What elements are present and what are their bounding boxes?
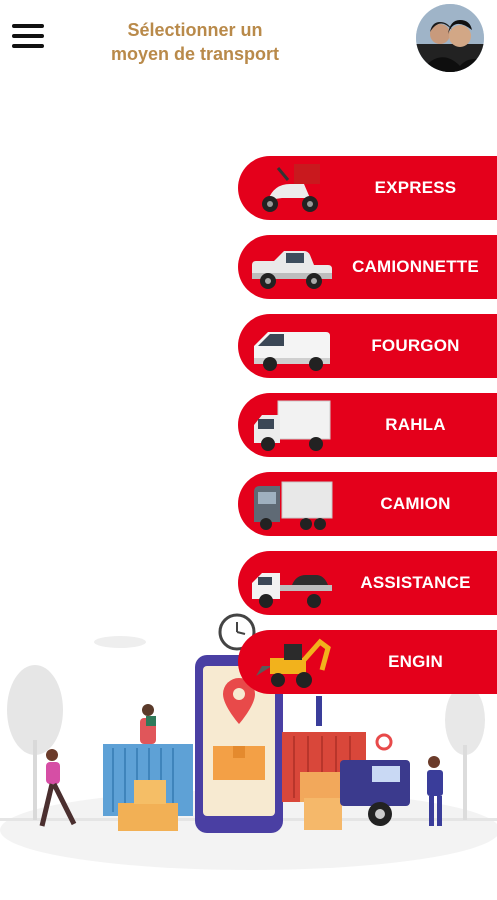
avatar-photo bbox=[416, 4, 484, 72]
option-rahla-label: RAHLA bbox=[385, 415, 446, 434]
option-assistance[interactable]: ASSISTANCE bbox=[238, 551, 497, 615]
option-fourgon-label: FOURGON bbox=[371, 336, 460, 355]
page-title: Sélectionner un moyen de transport bbox=[80, 18, 310, 66]
backhoe-icon bbox=[256, 638, 331, 688]
option-assistance-label: ASSISTANCE bbox=[360, 573, 471, 592]
tow-truck-icon bbox=[252, 573, 332, 608]
option-fourgon[interactable]: FOURGON bbox=[238, 314, 497, 378]
pickup-truck-icon bbox=[252, 251, 332, 289]
scooter-icon bbox=[262, 164, 320, 212]
option-camionnette-label: CAMIONNETTE bbox=[352, 257, 479, 276]
page-title-line1: Sélectionner un bbox=[127, 20, 263, 40]
option-engin-label: ENGIN bbox=[388, 652, 443, 671]
option-camion[interactable]: CAMION bbox=[238, 472, 497, 536]
hamburger-menu-icon[interactable] bbox=[12, 22, 44, 50]
van-icon bbox=[254, 332, 330, 371]
option-rahla[interactable]: RAHLA bbox=[238, 393, 497, 457]
semi-truck-icon bbox=[254, 481, 333, 530]
option-express-label: EXPRESS bbox=[374, 178, 457, 197]
page-title-line2: moyen de transport bbox=[110, 44, 280, 64]
user-avatar[interactable] bbox=[416, 4, 484, 72]
option-camionnette[interactable]: CAMIONNETTE bbox=[238, 235, 497, 299]
box-truck-icon bbox=[254, 400, 331, 451]
option-camion-label: CAMION bbox=[380, 494, 451, 513]
option-express[interactable]: EXPRESS bbox=[238, 156, 497, 220]
app-header: Sélectionner un moyen de transport bbox=[0, 0, 497, 100]
option-engin[interactable]: ENGIN bbox=[238, 630, 497, 694]
